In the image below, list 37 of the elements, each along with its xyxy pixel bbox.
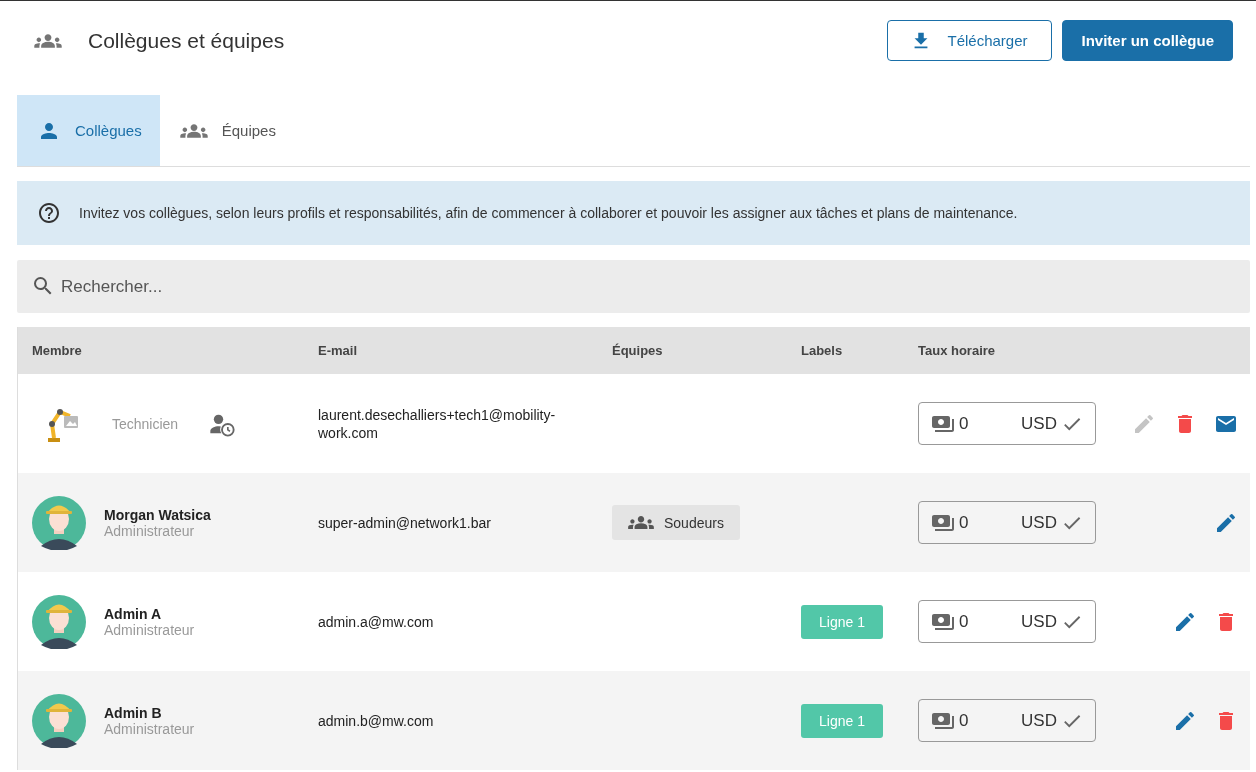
column-header: E-mail: [318, 343, 358, 358]
column-header: Équipes: [612, 343, 664, 358]
column-header: Membre: [32, 343, 83, 358]
member-name: Admin B: [104, 704, 163, 721]
label-tag: Ligne 1: [801, 703, 883, 738]
avatar-silhouette: [32, 495, 86, 550]
email-text: super-admin@network1.bar: [318, 513, 492, 532]
member-role: Technicien: [112, 415, 179, 432]
column-header: Labels: [801, 343, 844, 358]
member-name: Morgan Watsica: [104, 506, 211, 523]
email-text: laurent.desechalliers+tech1@mobility-work.com: [318, 405, 557, 442]
info-text: Invitez vos collègues, selon leurs profils et responsabilités, afin de commencer à collaborer et pouvoir les assigner aux tâches et plans de maintenance.: [79, 205, 1018, 221]
page-title: Collègues et équipes: [88, 28, 285, 53]
team-chip: Soudeurs: [612, 505, 740, 540]
help-icon: [37, 201, 61, 225]
download-button[interactable]: Télécharger: [887, 20, 1053, 61]
member-role: Administrateur: [104, 621, 195, 638]
hourly-rate-field[interactable]: 0 USD: [918, 600, 1096, 643]
email-text: admin.b@mw.com: [318, 711, 435, 730]
member-role: Administrateur: [104, 522, 196, 539]
email-text: admin.a@mw.com: [318, 612, 435, 631]
group-icon: [179, 122, 208, 139]
group-icon: [628, 515, 654, 530]
tab[interactable]: Collègues: [17, 95, 160, 166]
member-name: Admin A: [104, 605, 163, 622]
search-field[interactable]: Rechercher...: [17, 260, 1250, 313]
hourly-rate-field[interactable]: 0 USD: [918, 699, 1096, 742]
hourly-rate-field[interactable]: 0 USD: [918, 501, 1096, 544]
avatar-silhouette: [32, 693, 86, 748]
label-tag: Ligne 1: [801, 604, 883, 639]
group-icon: [34, 32, 62, 49]
invite-button[interactable]: Inviter un collègue: [1062, 20, 1233, 61]
avatar-silhouette: [32, 594, 86, 649]
hourly-rate-field[interactable]: 0 USD: [918, 402, 1096, 445]
column-header: Taux horaire: [918, 343, 997, 358]
member-role: Administrateur: [104, 720, 195, 737]
tab[interactable]: Équipes: [159, 95, 294, 166]
